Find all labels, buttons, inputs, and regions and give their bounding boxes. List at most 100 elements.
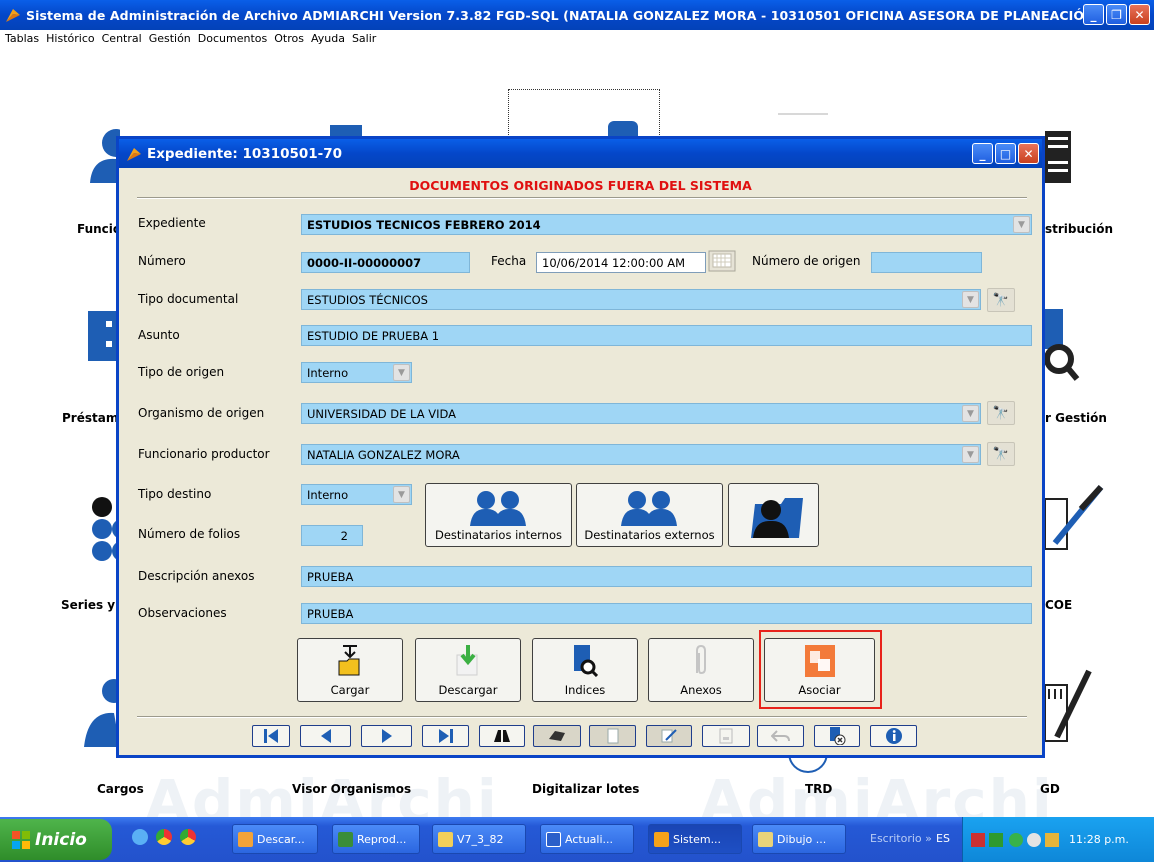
- numero-folios-field[interactable]: 2: [301, 525, 363, 546]
- coe-pen-icon[interactable]: [1045, 483, 1105, 553]
- user-folder-button[interactable]: [728, 483, 819, 547]
- shield-icon[interactable]: [989, 832, 1003, 847]
- previous-record-button[interactable]: [300, 725, 351, 747]
- globe-icon[interactable]: [1009, 832, 1023, 847]
- numero-origen-field[interactable]: [871, 252, 982, 273]
- tile-label-visor-organismos[interactable]: Visor Organismos: [292, 782, 411, 796]
- taskbar-item-label: Descar...: [257, 832, 305, 846]
- distribucion-icon[interactable]: [1045, 131, 1073, 183]
- update-icon[interactable]: [1045, 832, 1059, 847]
- restore-button[interactable]: ❐: [1106, 4, 1127, 25]
- destinatarios-externos-button[interactable]: Destinatarios externos: [576, 483, 723, 547]
- chrome-icon[interactable]: [180, 829, 196, 845]
- taskbar-item-dibujo[interactable]: Dibujo ...: [752, 824, 846, 854]
- taskbar-item-v7[interactable]: V7_3_82: [432, 824, 526, 854]
- dialog-maximize-button[interactable]: □: [995, 143, 1016, 164]
- menu-otros[interactable]: Otros: [274, 32, 304, 45]
- funcionario-productor-select[interactable]: NATALIA GONZALEZ MORA ▼: [301, 444, 981, 465]
- funcionarios-icon[interactable]: [86, 127, 120, 183]
- descargar-button[interactable]: Descargar: [415, 638, 521, 702]
- tile-label-prestamos[interactable]: Préstam: [62, 411, 118, 425]
- taskbar-item-sistema[interactable]: Sistem...: [648, 824, 742, 854]
- destinatarios-internos-button[interactable]: Destinatarios internos: [425, 483, 572, 547]
- observaciones-field[interactable]: PRUEBA: [301, 603, 1032, 624]
- clock[interactable]: 11:28 p.m.: [1069, 833, 1129, 846]
- tipo-origen-select[interactable]: Interno ▼: [301, 362, 412, 383]
- tile-label-funcionarios[interactable]: Funcio: [77, 222, 121, 236]
- tipo-destino-select[interactable]: Interno ▼: [301, 484, 412, 505]
- fecha-field[interactable]: 10/06/2014 12:00:00 AM: [536, 252, 706, 273]
- chevron-down-icon[interactable]: ▼: [962, 446, 979, 463]
- dialog-minimize-button[interactable]: _: [972, 143, 993, 164]
- binoculars-icon[interactable]: 🔭: [987, 288, 1015, 312]
- last-record-button[interactable]: [422, 725, 469, 747]
- menu-historico[interactable]: Histórico: [46, 32, 94, 45]
- previous-icon: [320, 729, 331, 743]
- window-title: Sistema de Administración de Archivo ADM…: [26, 7, 1101, 23]
- minimize-button[interactable]: _: [1083, 4, 1104, 25]
- new-record-button[interactable]: [589, 725, 636, 747]
- save-record-button[interactable]: [702, 725, 750, 747]
- menu-documentos[interactable]: Documentos: [198, 32, 267, 45]
- chevron-down-icon[interactable]: ▼: [393, 486, 410, 503]
- chevron-down-icon[interactable]: ▼: [962, 291, 979, 308]
- taskbar-item-reprod[interactable]: Reprod...: [332, 824, 420, 854]
- tile-label-coe[interactable]: COE: [1045, 598, 1072, 612]
- start-button[interactable]: Inicio: [0, 819, 112, 860]
- document-search-icon: [574, 645, 598, 677]
- binoculars-icon[interactable]: 🔭: [987, 442, 1015, 466]
- save-icon: [719, 728, 733, 744]
- dialog-close-button[interactable]: ✕: [1018, 143, 1039, 164]
- asunto-field[interactable]: ESTUDIO DE PRUEBA 1: [301, 325, 1032, 346]
- delete-document-icon: [830, 727, 846, 745]
- cargar-button[interactable]: Cargar: [297, 638, 403, 702]
- tile-label-gd[interactable]: GD: [1040, 782, 1060, 796]
- organismo-origen-select[interactable]: UNIVERSIDAD DE LA VIDA ▼: [301, 403, 981, 424]
- chrome-icon[interactable]: [156, 829, 172, 845]
- close-button[interactable]: ✕: [1129, 4, 1150, 25]
- taskbar-escritorio[interactable]: Escritorio »: [870, 832, 932, 845]
- next-record-button[interactable]: [361, 725, 412, 747]
- find-record-button[interactable]: [479, 725, 525, 747]
- first-record-button[interactable]: [252, 725, 290, 747]
- volume-icon[interactable]: [1027, 832, 1041, 847]
- info-button[interactable]: [870, 725, 917, 747]
- tile-label-gestion[interactable]: r Gestión: [1045, 411, 1107, 425]
- edit-record-button[interactable]: [646, 725, 692, 747]
- tipo-documental-select[interactable]: ESTUDIOS TÉCNICOS ▼: [301, 289, 981, 310]
- numero-field[interactable]: 0000-II-00000007: [301, 252, 470, 273]
- menu-gestion[interactable]: Gestión: [149, 32, 191, 45]
- scan-record-button[interactable]: [533, 725, 581, 747]
- language-indicator[interactable]: ES: [936, 832, 950, 845]
- taskbar-item-descar[interactable]: Descar...: [232, 824, 318, 854]
- chevron-down-icon[interactable]: ▼: [393, 364, 410, 381]
- calendar-icon[interactable]: [708, 250, 736, 272]
- chevron-down-icon[interactable]: ▼: [962, 405, 979, 422]
- binoculars-icon[interactable]: 🔭: [987, 401, 1015, 425]
- menu-central[interactable]: Central: [102, 32, 142, 45]
- undo-button[interactable]: [757, 725, 804, 747]
- menu-tablas[interactable]: Tablas: [5, 32, 39, 45]
- numero-value: 0000-II-00000007: [307, 255, 422, 270]
- chevron-down-icon[interactable]: ▼: [1013, 216, 1030, 233]
- expediente-select[interactable]: ESTUDIOS TECNICOS FEBRERO 2014 ▼: [301, 214, 1032, 235]
- network-icon[interactable]: [971, 832, 985, 847]
- descripcion-anexos-field[interactable]: PRUEBA: [301, 566, 1032, 587]
- delete-record-button[interactable]: [814, 725, 860, 747]
- gd-icon[interactable]: [1045, 667, 1095, 747]
- gestion-search-icon[interactable]: [1045, 309, 1081, 381]
- cargos-icon[interactable]: [84, 677, 120, 747]
- tile-icon-top-center[interactable]: [608, 121, 638, 137]
- indices-button[interactable]: Indices: [532, 638, 638, 702]
- tile-icon-top-right[interactable]: [778, 113, 828, 137]
- anexos-button[interactable]: Anexos: [648, 638, 754, 702]
- ie-icon[interactable]: [132, 829, 148, 845]
- taskbar-item-actuali[interactable]: Actuali...: [540, 824, 634, 854]
- menu-salir[interactable]: Salir: [352, 32, 376, 45]
- tile-label-distribucion[interactable]: stribución: [1045, 222, 1113, 236]
- tile-label-cargos[interactable]: Cargos: [97, 782, 144, 796]
- tile-label-digitalizar-lotes[interactable]: Digitalizar lotes: [532, 782, 639, 796]
- tile-label-trd[interactable]: TRD: [805, 782, 832, 796]
- menu-ayuda[interactable]: Ayuda: [311, 32, 345, 45]
- label-numero: Número: [138, 254, 186, 268]
